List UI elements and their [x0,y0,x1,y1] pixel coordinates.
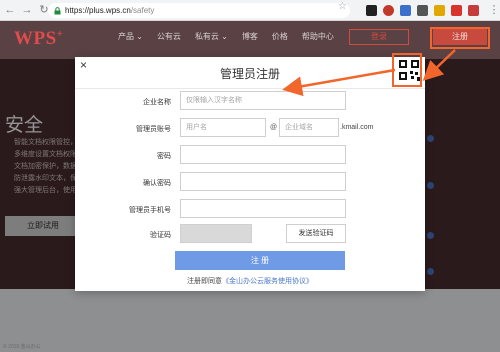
agreement-link[interactable]: 《金山办公云服务使用协议》 [222,278,313,285]
confirm-password-input[interactable] [180,172,346,191]
extension-icon[interactable] [434,5,445,16]
url-host: https://plus.wps.cn [65,6,131,15]
register-submit-button[interactable]: 注 册 [175,251,345,270]
extension-icon[interactable] [400,5,411,16]
bookmark-star-icon[interactable]: ☆ [338,1,347,12]
address-bar[interactable]: https://plus.wps.cn/safety [48,3,350,18]
back-icon[interactable]: ← [3,3,17,17]
site-header: WPS+ 产品 ⌄ 公有云 私有云 ⌄ 博客 价格 帮助中心 登录 注册 [0,21,500,59]
agreement-text: 注册即同意《金山办公云服务使用协议》 [75,276,425,286]
agreement-prefix: 注册即同意 [187,278,222,285]
register-highlight-box [430,27,490,49]
username-input[interactable] [180,118,266,137]
extension-icon[interactable] [417,5,428,16]
nav-item-help[interactable]: 帮助中心 [302,31,334,42]
company-name-label: 企业名称 [143,99,171,106]
phone-input[interactable] [180,199,346,218]
domain-suffix: .kmail.com [340,124,374,131]
url-path: /safety [130,6,155,15]
main-nav: 产品 ⌄ 公有云 私有云 ⌄ 博客 价格 帮助中心 [118,31,348,42]
nav-item-blog[interactable]: 博客 [242,31,258,42]
dialog-title: 管理员注册 [219,67,280,81]
send-code-button[interactable]: 发送验证码 [286,224,346,243]
nav-item-public-cloud[interactable]: 公有云 [157,31,181,42]
nav-item-pricing[interactable]: 价格 [272,31,288,42]
nav-item-private-cloud[interactable]: 私有云 ⌄ [195,31,228,42]
company-name-input[interactable] [180,91,346,110]
captcha-input[interactable] [180,224,252,243]
extension-icon[interactable] [451,5,462,16]
extension-icon[interactable] [383,5,394,16]
admin-account-label: 管理员账号 [136,126,171,133]
confirm-password-label: 确认密码 [143,180,171,187]
admin-phone-label: 管理员手机号 [129,207,171,214]
extension-icon[interactable] [366,5,377,16]
browser-toolbar: ← → ↻ https://plus.wps.cn/safety ☆ ⋮ [0,0,500,21]
nav-item-products[interactable]: 产品 ⌄ [118,31,143,42]
wps-logo[interactable]: WPS+ [14,28,63,50]
dialog-header: × 管理员注册 [75,57,425,89]
login-button[interactable]: 登录 [349,29,409,45]
qr-highlight-box [392,53,422,87]
captcha-label: 验证码 [150,232,171,239]
password-label: 密码 [157,153,171,160]
domain-input[interactable] [279,118,339,137]
forward-icon[interactable]: → [20,3,34,17]
at-sign: @ [270,124,278,131]
admin-register-dialog: × 管理员注册 企业名称 管理员账号 @ .kmail.com 密码 确认密码 … [75,57,425,291]
extension-icon[interactable] [468,5,479,16]
lock-icon [54,6,61,14]
more-menu-icon[interactable]: ⋮ [487,3,500,17]
password-input[interactable] [180,145,346,164]
